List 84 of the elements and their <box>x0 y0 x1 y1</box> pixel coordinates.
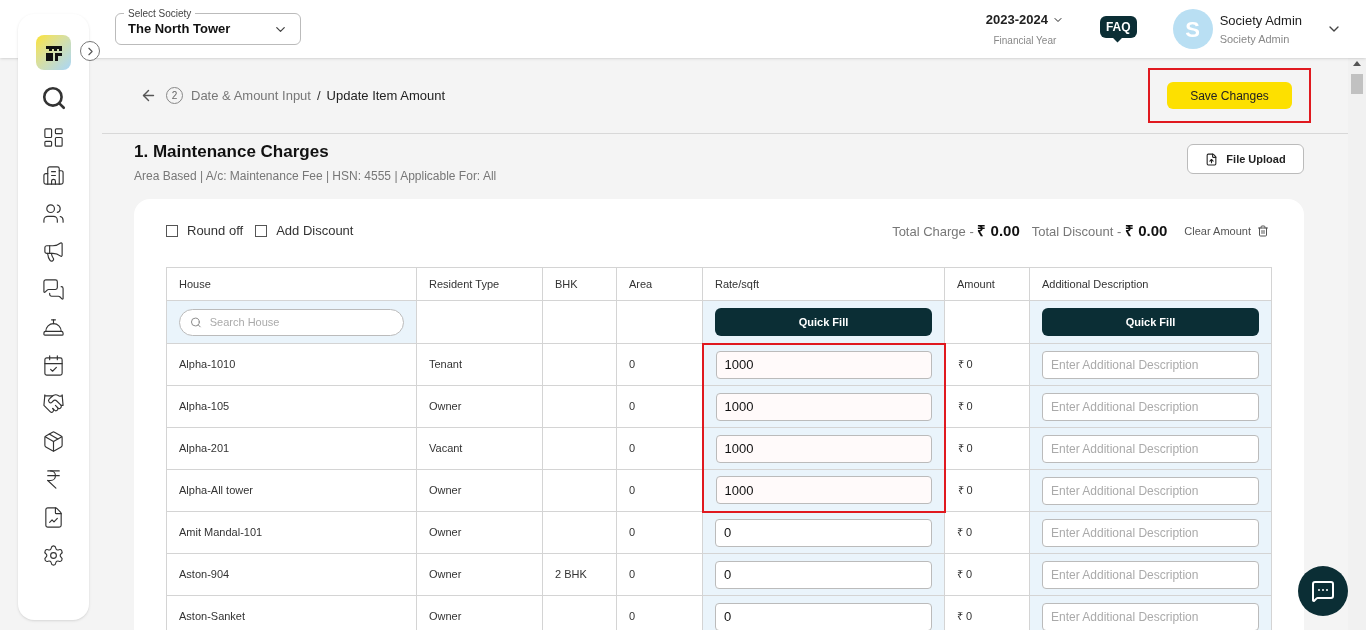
table-cell: Tenant <box>416 343 543 386</box>
description-input[interactable]: Enter Additional Description <box>1042 350 1259 379</box>
app-logo[interactable] <box>36 35 71 70</box>
society-select-label: Select Society <box>124 6 196 21</box>
report-icon[interactable] <box>42 506 65 529</box>
table-cell: ₹ 0 <box>944 553 1030 596</box>
box-icon[interactable] <box>42 430 65 453</box>
column-header: Rate/sqft <box>702 267 945 301</box>
financial-year-select[interactable]: 2023-2024 Financial Year <box>985 9 1064 49</box>
column-header: Amount <box>944 267 1030 301</box>
description-input[interactable]: Enter Additional Description <box>1042 476 1259 505</box>
rate-input[interactable]: 1000 <box>715 350 932 379</box>
table-cell: Owner <box>416 553 543 596</box>
table-cell: 2 BHK <box>542 553 617 596</box>
clear-amount-button[interactable]: Clear Amount <box>1184 222 1269 239</box>
desk-icon[interactable] <box>42 316 65 339</box>
table-cell: Aston-Sanket <box>166 595 417 630</box>
column-header: Additional Description <box>1029 267 1272 301</box>
file-upload-icon <box>1205 152 1219 166</box>
column-header: House <box>166 267 417 301</box>
building-icon[interactable] <box>42 164 65 187</box>
chat-bubbles-icon[interactable] <box>42 278 65 301</box>
table-cell: Vacant <box>416 427 543 470</box>
back-arrow-icon[interactable] <box>140 87 157 104</box>
section-subtitle: Area Based | A/c: Maintenance Fee | HSN: 4555 | Applicable For: All <box>134 167 497 185</box>
rate-input[interactable]: 0 <box>715 560 932 589</box>
search-house-field[interactable]: Search House <box>179 308 404 336</box>
calendar-icon[interactable] <box>42 354 65 377</box>
table-cell: 0 <box>616 553 703 596</box>
breadcrumb-current: Update Item Amount <box>326 86 446 105</box>
rate-input[interactable]: 0 <box>715 602 932 630</box>
financial-year: 2023-2024 <box>985 10 1048 29</box>
description-input[interactable]: Enter Additional Description <box>1042 434 1259 463</box>
description-input[interactable]: Enter Additional Description <box>1042 560 1259 589</box>
description-input[interactable]: Enter Additional Description <box>1042 602 1259 630</box>
rate-input[interactable]: 1000 <box>715 434 932 463</box>
file-upload-button[interactable]: File Upload <box>1187 144 1304 174</box>
table-cell: ₹ 0 <box>944 385 1030 428</box>
table-cell: Alpha-105 <box>166 385 417 428</box>
financial-year-label: Financial Year <box>993 34 1057 49</box>
table-cell: Alpha-201 <box>166 427 417 470</box>
table-cell: ₹ 0 <box>944 469 1030 512</box>
option-checkbox[interactable]: Add Discount <box>255 221 354 241</box>
trash-icon <box>1257 224 1269 237</box>
table-cell: Owner <box>416 469 543 512</box>
breadcrumb-link[interactable]: Date & Amount Input <box>191 85 311 106</box>
quick-fill-button[interactable]: Quick Fill <box>1042 308 1259 336</box>
table-cell: ₹ 0 <box>944 427 1030 470</box>
column-header: Area <box>616 267 703 301</box>
people-icon[interactable] <box>42 202 65 225</box>
quick-fill-button[interactable]: Quick Fill <box>715 307 932 336</box>
rate-input[interactable]: 1000 <box>715 476 932 505</box>
table-cell: Owner <box>416 385 543 428</box>
save-changes-button[interactable]: Save Changes <box>1167 82 1292 109</box>
chat-button[interactable] <box>1298 566 1348 616</box>
total-charge: Total Charge - ₹ 0.00 <box>892 220 1020 241</box>
user-role: Society Admin <box>1219 31 1291 47</box>
table-cell: ₹ 0 <box>944 343 1030 386</box>
megaphone-icon[interactable] <box>42 240 65 263</box>
description-input[interactable]: Enter Additional Description <box>1042 518 1259 547</box>
table-cell: ₹ 0 <box>944 511 1030 554</box>
description-input[interactable]: Enter Additional Description <box>1042 392 1259 421</box>
breadcrumb-separator: / <box>316 86 321 105</box>
chat-icon <box>1311 579 1335 603</box>
rate-input[interactable]: 0 <box>715 518 932 547</box>
user-name: Society Admin <box>1219 12 1302 30</box>
search-icon <box>190 315 202 329</box>
table-cell: Aston-904 <box>166 553 417 596</box>
settings-icon[interactable] <box>42 544 65 567</box>
option-checkbox[interactable]: Round off <box>166 221 244 241</box>
search-icon[interactable] <box>40 85 67 111</box>
table-cell: Amit Mandal-101 <box>166 511 417 554</box>
table-cell: Alpha-1010 <box>166 343 417 386</box>
society-name: The North Tower <box>128 20 231 39</box>
table-cell: Alpha-All tower <box>166 469 417 512</box>
section-title: 1. Maintenance Charges <box>134 141 330 163</box>
handshake-icon[interactable] <box>42 392 65 415</box>
table-cell: 0 <box>616 511 703 554</box>
table-cell: Owner <box>416 511 543 554</box>
column-header: BHK <box>542 267 617 301</box>
column-header: Resident Type <box>416 267 543 301</box>
dashboard-icon[interactable] <box>42 126 65 149</box>
total-discount: Total Discount - ₹ 0.00 <box>1031 220 1168 241</box>
rate-input[interactable]: 1000 <box>715 392 932 421</box>
